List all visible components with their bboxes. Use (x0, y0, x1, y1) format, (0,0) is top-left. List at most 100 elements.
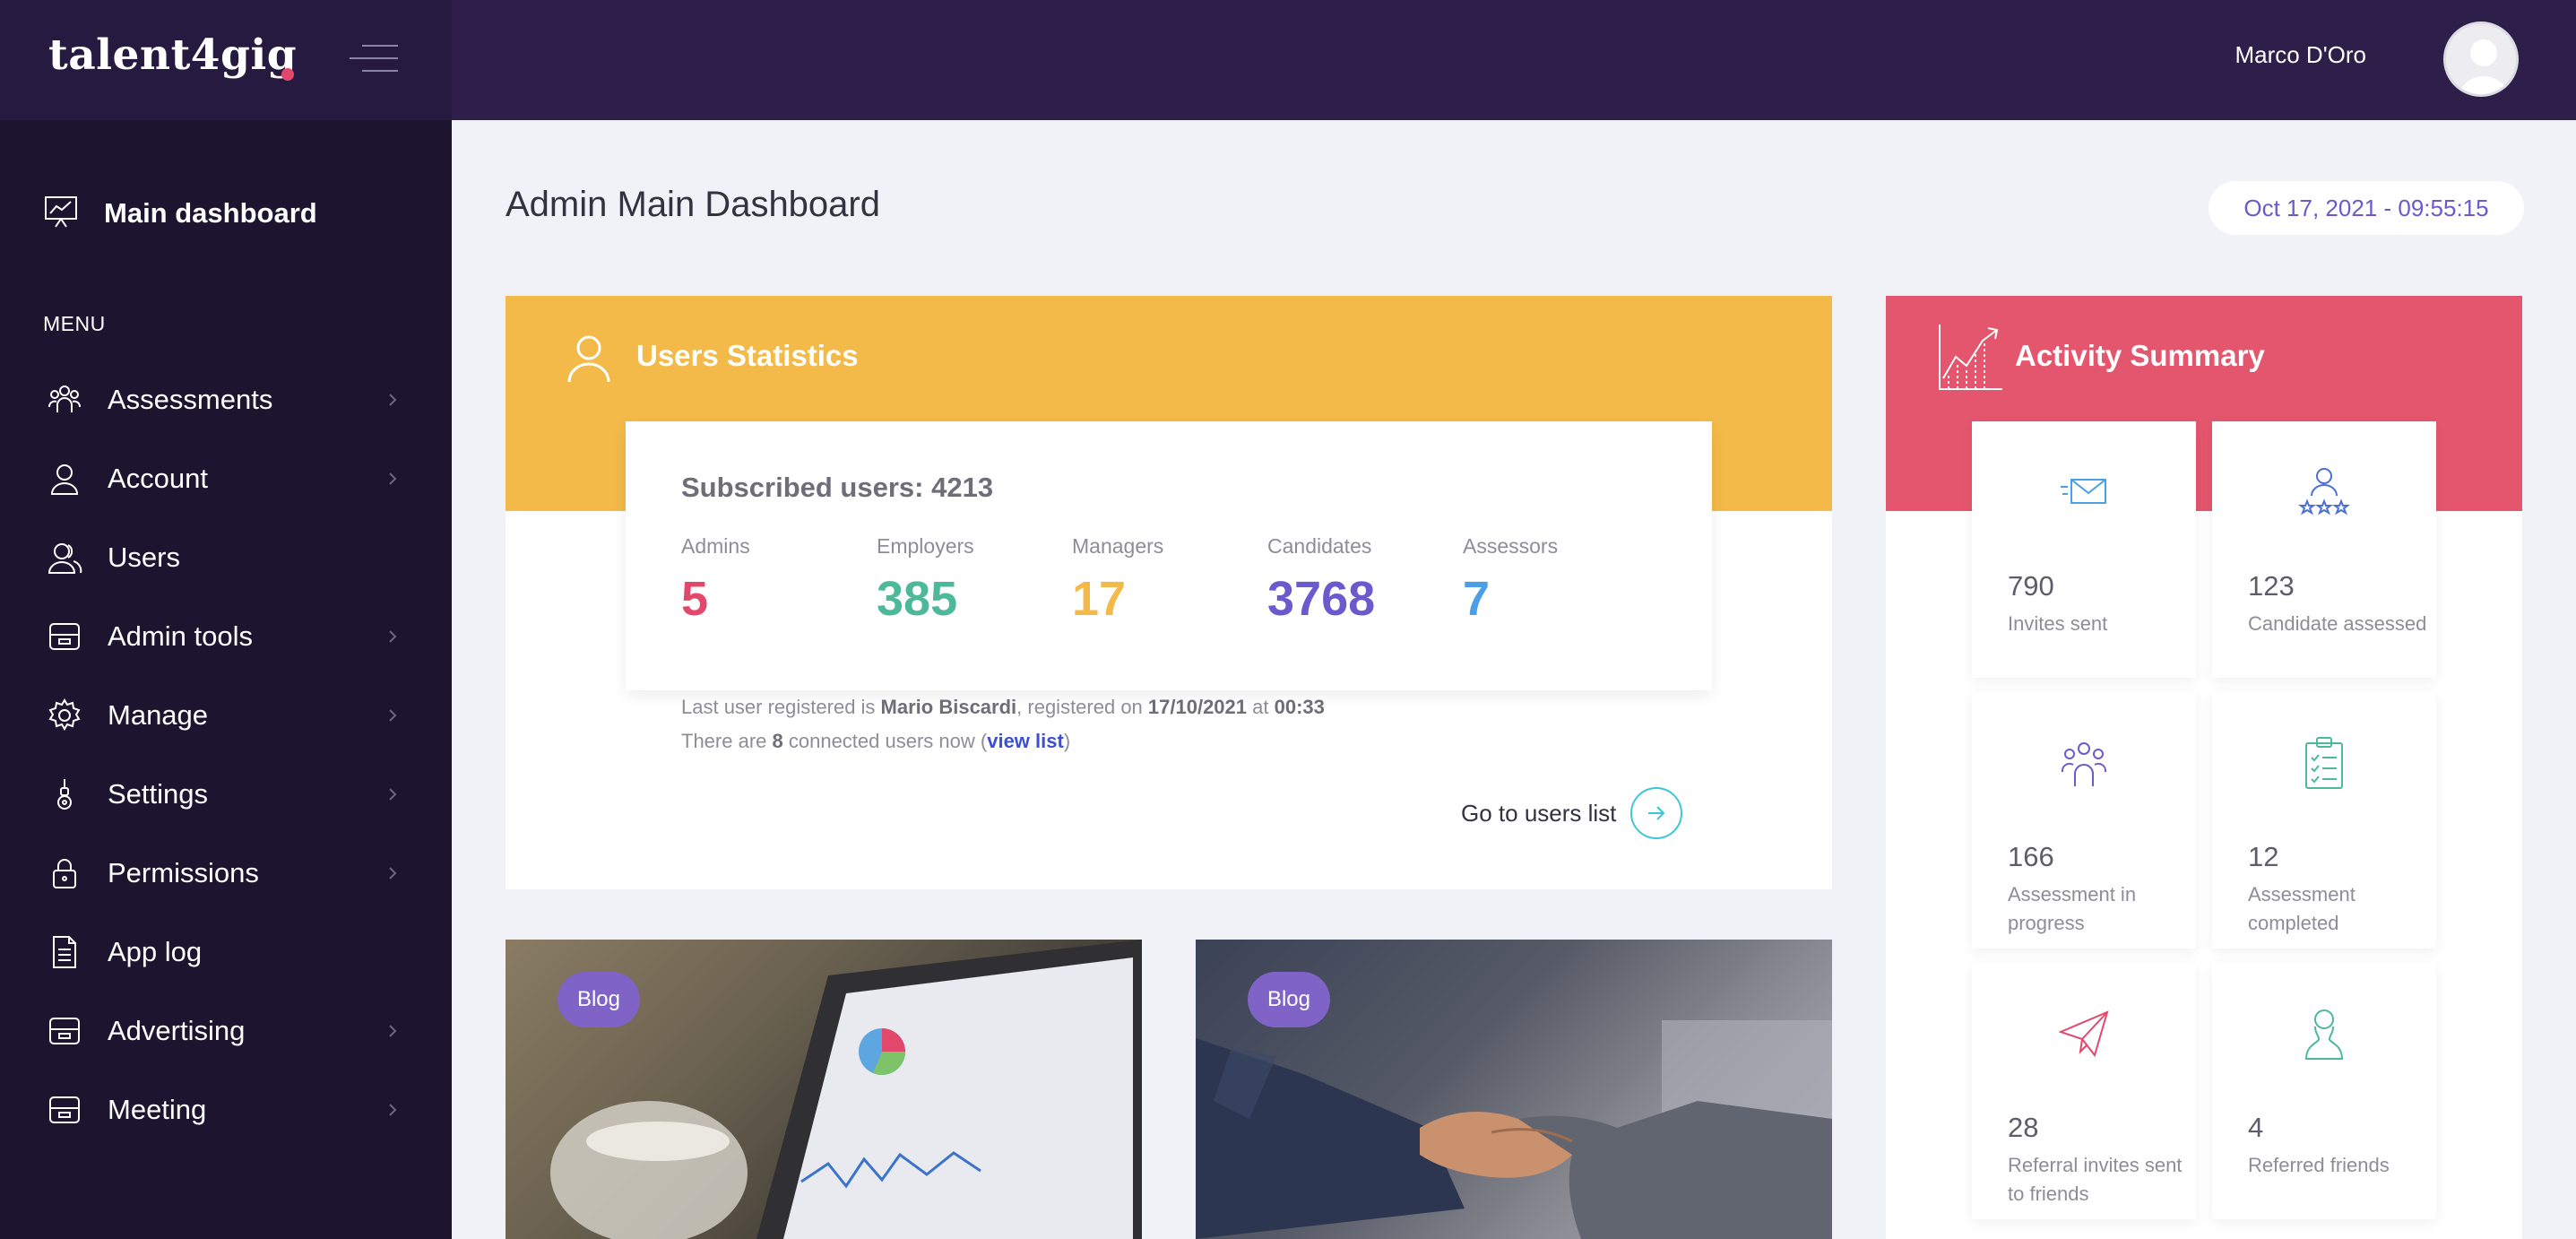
activity-tile-assessment-in-progress[interactable]: 166 Assessment in progress (1972, 692, 2196, 949)
sidebar-item-label: Advertising (108, 1015, 246, 1046)
activity-tile-invites-sent[interactable]: 790 Invites sent (1972, 421, 2196, 678)
sidebar-item-label: Admin tools (108, 620, 253, 652)
stat-label: Employers (877, 534, 974, 558)
sidebar-item-label: App log (108, 936, 203, 967)
go-to-users-list-label: Go to users list (1461, 799, 1617, 827)
logo-dot (281, 68, 294, 81)
activity-label: Referral invites sent to friends (2008, 1154, 2183, 1205)
users-statistics-card: Users Statistics Subscribed users: 4213 … (506, 296, 1832, 889)
gear-icon (43, 694, 86, 737)
sidebar: talent4gig Main dashboard MENU Assessmen… (0, 0, 452, 1239)
chevron-right-icon (384, 864, 402, 882)
activity-summary-card: Activity Summary 790 Invites sent 123 Ca… (1886, 296, 2522, 1239)
stat-label: Candidates (1267, 534, 1372, 558)
app-logo[interactable]: talent4gig (48, 30, 297, 80)
blog-card[interactable]: Blog (506, 940, 1142, 1239)
archive-box-icon (43, 1088, 86, 1131)
chevron-right-icon (384, 1101, 402, 1119)
assessments-icon (43, 378, 86, 421)
paper-plane-icon (1972, 1002, 2196, 1065)
sidebar-item-settings[interactable]: Settings (43, 769, 402, 819)
activity-label: Referred friends (2248, 1154, 2390, 1176)
stat-label: Managers (1072, 534, 1164, 558)
stat-label: Assessors (1463, 534, 1559, 558)
activity-label: Assessment completed (2248, 883, 2356, 934)
connected-users-line: There are 8 connected users now (view li… (681, 730, 1071, 752)
sidebar-item-advertising[interactable]: Advertising (43, 1006, 402, 1056)
hamburger-menu-icon[interactable] (350, 45, 398, 74)
blog-badge[interactable]: Blog (1248, 972, 1330, 1027)
sidebar-item-label: Assessments (108, 384, 273, 415)
brand-bar: talent4gig (0, 0, 452, 120)
last-user-line: Last user registered is Mario Biscardi, … (681, 696, 1325, 718)
growth-chart-icon (1936, 321, 2004, 397)
activity-summary-title: Activity Summary (2015, 339, 2265, 372)
view-list-link[interactable]: view list (987, 730, 1064, 752)
connected-count: 8 (772, 730, 783, 752)
chevron-right-icon (384, 628, 402, 645)
chart-board-icon (43, 194, 79, 234)
sidebar-item-permissions[interactable]: Permissions (43, 848, 402, 898)
sidebar-item-assessments[interactable]: Assessments (43, 375, 402, 425)
sidebar-item-label: Settings (108, 778, 209, 810)
registration-date: 17/10/2021 (1147, 696, 1248, 718)
chevron-right-icon (384, 391, 402, 409)
activity-value: 28 (2008, 1112, 2039, 1143)
stat-value: 17 (1072, 572, 1127, 626)
sidebar-item-label: Manage (108, 699, 209, 731)
arrow-right-icon (1630, 787, 1683, 839)
chevron-right-icon (384, 470, 402, 488)
user-icon (43, 457, 86, 500)
stat-candidates: Candidates 3768 (1267, 534, 1465, 627)
chevron-right-icon (384, 1022, 402, 1040)
sidebar-item-label: Permissions (108, 857, 259, 888)
activity-value: 166 (2008, 841, 2054, 872)
blog-badge[interactable]: Blog (558, 972, 640, 1027)
archive-box-icon (43, 615, 86, 658)
sidebar-item-manage[interactable]: Manage (43, 690, 402, 741)
last-user-name: Mario Biscardi (880, 696, 1017, 718)
settings-icon (43, 773, 86, 816)
stat-managers: Managers 17 (1072, 534, 1269, 627)
stat-value: 5 (681, 572, 709, 626)
activity-label: Candidate assessed (2248, 612, 2427, 635)
archive-box-icon (43, 1009, 86, 1053)
stat-employers: Employers 385 (877, 534, 1074, 627)
avatar[interactable] (2443, 22, 2519, 97)
lock-icon (43, 852, 86, 895)
sidebar-item-meeting[interactable]: Meeting (43, 1085, 402, 1135)
activity-label: Invites sent (2008, 612, 2108, 635)
user-name[interactable]: Marco D'Oro (2235, 41, 2366, 69)
users-icon (43, 536, 86, 579)
top-bar: Marco D'Oro (452, 0, 2576, 120)
clipboard-icon (2212, 732, 2436, 794)
sidebar-item-app-log[interactable]: App log (43, 927, 402, 977)
activity-value: 4 (2248, 1112, 2264, 1143)
sidebar-item-users[interactable]: Users (43, 533, 402, 583)
activity-tile-assessment-completed[interactable]: 12 Assessment completed (2212, 692, 2436, 949)
blog-card[interactable]: Blog (1196, 940, 1832, 1239)
sidebar-item-label: Main dashboard (104, 197, 317, 229)
stat-assessors: Assessors 7 (1463, 534, 1660, 627)
envelope-icon (1972, 461, 2196, 524)
chevron-right-icon (384, 785, 402, 803)
activity-tile-candidate-assessed[interactable]: 123 Candidate assessed (2212, 421, 2436, 678)
sidebar-item-admin-tools[interactable]: Admin tools (43, 611, 402, 662)
user-rating-icon (2212, 461, 2436, 524)
activity-tile-referred-friends[interactable]: 4 Referred friends (2212, 963, 2436, 1219)
stat-label: Admins (681, 534, 750, 558)
sidebar-item-main-dashboard[interactable]: Main dashboard (43, 190, 419, 237)
datetime-badge: Oct 17, 2021 - 09:55:15 (2209, 181, 2524, 235)
stat-value: 385 (877, 572, 958, 626)
activity-value: 790 (2008, 570, 2054, 602)
document-icon (43, 931, 86, 974)
sidebar-item-label: Users (108, 542, 180, 573)
sidebar-item-label: Meeting (108, 1094, 207, 1125)
registration-time: 00:33 (1274, 696, 1325, 718)
activity-value: 123 (2248, 570, 2295, 602)
activity-tile-referral-invites[interactable]: 28 Referral invites sent to friends (1972, 963, 2196, 1219)
go-to-users-list-button[interactable]: Go to users list (1461, 787, 1683, 839)
sidebar-item-account[interactable]: Account (43, 454, 402, 504)
activity-label: Assessment in progress (2008, 883, 2137, 934)
menu-section-title: MENU (43, 312, 106, 335)
